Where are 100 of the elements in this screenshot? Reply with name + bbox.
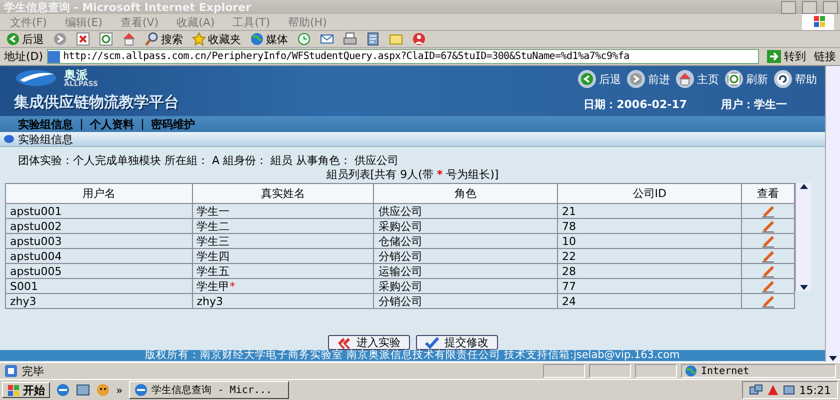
table-cell: 学生一 [192, 204, 374, 218]
nav-button[interactable]: 主页 [676, 70, 719, 88]
toolbar-button[interactable]: 收藏夹 [190, 32, 243, 46]
url-text: http://scm.allpass.com.cn/PeripheryInfo/WFStudentQuery.aspx?ClaID=67&StuID=300&StuName=%d1%a7%c9%fa [63, 51, 630, 62]
more-button[interactable]: » [116, 384, 123, 396]
table-cell: S001 [6, 278, 192, 294]
window-title: 学生信息查询 - Microsoft Internet Explorer [4, 0, 252, 14]
refresh-icon [725, 70, 743, 88]
pencil-icon[interactable] [761, 204, 776, 218]
column-header: 真实姓名 [192, 184, 374, 204]
scroll-down-icon[interactable] [798, 284, 808, 291]
table-cell: apstu002 [6, 218, 192, 234]
nav-button[interactable]: 前进 [627, 70, 670, 88]
task-title: 学生信息查询 - Micr... [152, 384, 272, 397]
copyright-footer: 版权所有：南京财经大学电子商务实验室 南京奥派信息技术有限责任公司 技术支持信箱:jselab@vip.163.com [0, 350, 825, 361]
bullet-icon [4, 135, 14, 143]
pencil-icon[interactable] [761, 249, 776, 263]
folder-icon [389, 32, 403, 46]
section-title: 实验组信息 [18, 132, 73, 146]
tab[interactable]: 个人资料 [90, 116, 134, 132]
table-cell: 采购公司 [374, 218, 558, 234]
toolbar-button[interactable] [74, 32, 92, 46]
scrollbar[interactable] [795, 183, 811, 291]
table-cell: 28 [557, 264, 742, 278]
nav-button[interactable]: 后退 [578, 70, 621, 88]
person-icon [412, 32, 426, 46]
toolbar-button[interactable]: 搜索 [143, 32, 185, 46]
nav-button[interactable]: 帮助 [774, 70, 817, 88]
toolbar-button[interactable] [318, 32, 336, 46]
globe-icon [685, 365, 697, 377]
table-cell: 分销公司 [374, 294, 558, 308]
desktop-icon[interactable] [76, 383, 90, 397]
start-button[interactable]: 开始 [2, 382, 50, 398]
toolbar-button[interactable] [341, 32, 359, 46]
table-cell: apstu005 [6, 264, 192, 278]
table-cell: 学生甲* [192, 278, 374, 294]
toolbar-label: 搜索 [161, 32, 183, 46]
taskbar-window-button[interactable]: 学生信息查询 - Micr... [128, 381, 289, 399]
toolbar-button[interactable] [295, 32, 313, 46]
page-scrollbar[interactable] [825, 66, 840, 362]
pencil-icon[interactable] [761, 264, 776, 278]
column-header: 角色 [374, 184, 558, 204]
page-icon [48, 50, 60, 62]
pencil-icon[interactable] [761, 234, 776, 248]
pencil-icon[interactable] [761, 279, 776, 293]
globe-icon [250, 32, 264, 46]
go-arrow-icon [767, 50, 781, 63]
status-text: 完毕 [22, 364, 44, 378]
platform-title: 集成供应链物流教学平台 [14, 93, 179, 112]
back-arrow-icon [578, 70, 596, 88]
status-panel [589, 364, 631, 378]
toolbar-button[interactable] [97, 32, 115, 46]
table-cell: apstu003 [6, 234, 192, 248]
address-field[interactable]: http://scm.allpass.com.cn/PeripheryInfo/WFStudentQuery.aspx?ClaID=67&StuID=300&StuName=%d1%a7%c9%fa [47, 49, 759, 64]
table-cell: 采购公司 [374, 278, 558, 294]
browser-icon[interactable] [56, 383, 70, 397]
status-panel [543, 364, 585, 378]
table-cell: zhy3 [6, 294, 192, 308]
home-icon [122, 32, 136, 46]
toolbar-button[interactable]: 媒体 [248, 32, 290, 46]
table-cell: 78 [557, 218, 742, 234]
toolbar-label: 媒体 [266, 32, 288, 46]
table-cell: 学生五 [192, 264, 374, 278]
table-cell: 运输公司 [374, 264, 558, 278]
tab[interactable]: 实验组信息 [18, 116, 73, 132]
links-button[interactable]: 链接 [814, 49, 836, 64]
table-cell: 学生三 [192, 234, 374, 248]
pencil-icon[interactable] [761, 294, 776, 308]
toolbar-label: 收藏夹 [208, 32, 241, 46]
member-list-title: 組员列表[共有 9人(带 * 号为组长)] [326, 168, 499, 181]
computer-icon[interactable] [783, 384, 796, 396]
network-icon[interactable] [749, 384, 764, 396]
date-text: 日期：2006-02-17 [584, 96, 687, 112]
table-cell: 仓储公司 [374, 234, 558, 248]
zone-text: Internet [701, 366, 750, 376]
action-button[interactable]: 进入实验 [328, 335, 410, 350]
pencil-icon[interactable] [761, 219, 776, 233]
toolbar-button[interactable]: 后退 [4, 32, 46, 46]
scroll-up-icon[interactable] [798, 183, 808, 190]
column-header: 查看 [742, 184, 794, 204]
user-text: 用户：学生一 [721, 96, 787, 112]
browser-icon [134, 383, 148, 397]
windows-flag-icon [7, 384, 20, 396]
forward-arrow-icon [627, 70, 645, 88]
toolbar-label: 后退 [22, 32, 44, 46]
address-label: 地址(D) [4, 49, 44, 64]
warning-icon[interactable] [767, 384, 780, 396]
table-cell: apstu001 [6, 204, 192, 218]
clock: 15:21 [799, 384, 831, 396]
table-cell: apstu004 [6, 248, 192, 264]
toolbar-button[interactable] [410, 32, 428, 46]
action-button[interactable]: 提交修改 [416, 335, 498, 350]
go-button[interactable]: 转到 [763, 49, 810, 64]
table-cell: 77 [557, 278, 742, 294]
tab[interactable]: 密码维护 [151, 116, 195, 132]
table-cell: 学生二 [192, 218, 374, 234]
column-header: 用户名 [6, 184, 192, 204]
scroll-down-icon[interactable] [828, 355, 838, 362]
help-icon [774, 70, 792, 88]
nav-button[interactable]: 刷新 [725, 70, 768, 88]
